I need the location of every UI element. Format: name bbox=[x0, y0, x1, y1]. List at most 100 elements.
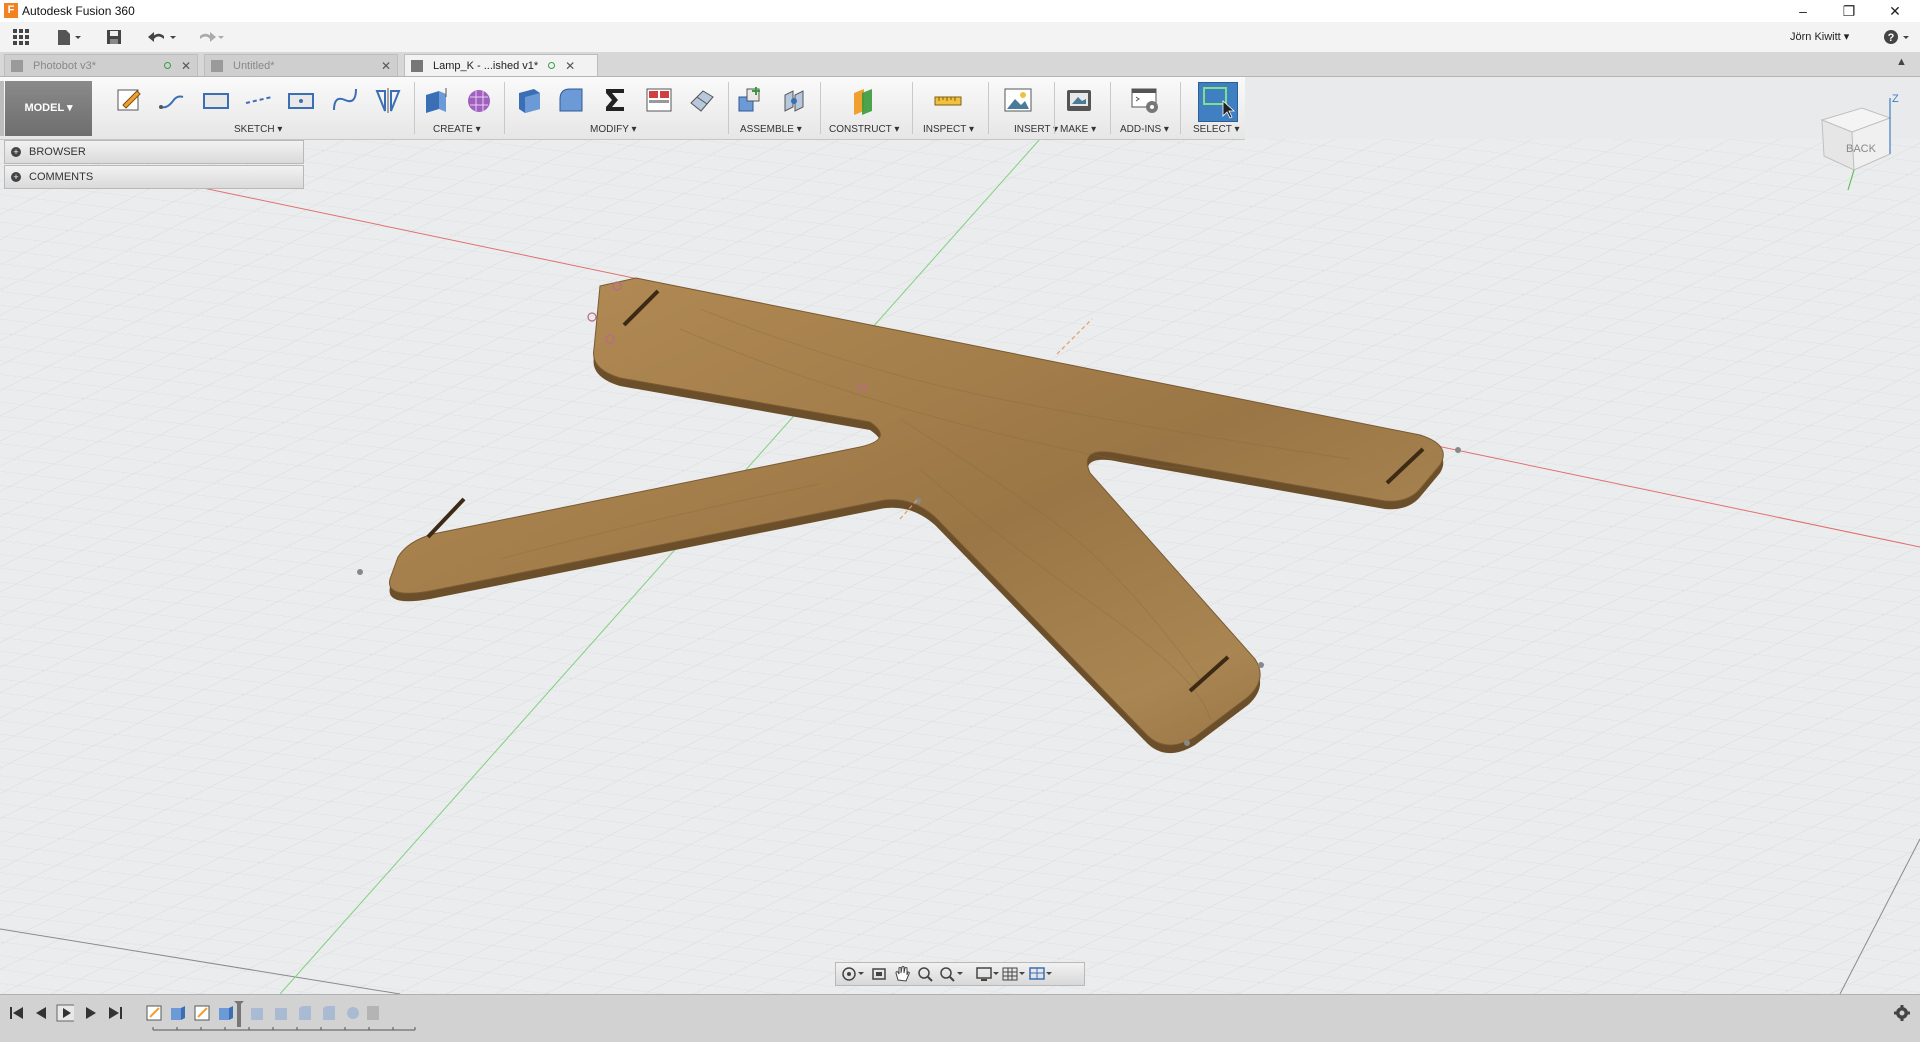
view-cube-face-label: BACK bbox=[1846, 143, 1877, 155]
help-icon[interactable]: ? bbox=[1880, 26, 1914, 48]
select-tool-button[interactable] bbox=[1198, 82, 1238, 122]
press-pull-icon[interactable] bbox=[514, 85, 544, 115]
suppressed-features[interactable] bbox=[251, 1006, 379, 1020]
fillet-icon[interactable] bbox=[556, 85, 586, 115]
go-to-start-icon[interactable] bbox=[8, 1004, 26, 1022]
play-icon[interactable] bbox=[56, 1004, 74, 1022]
fit-icon[interactable] bbox=[940, 967, 963, 982]
close-tab-icon[interactable]: ✕ bbox=[381, 59, 391, 73]
design-file-icon bbox=[211, 59, 223, 72]
workspace-switcher[interactable]: MODEL ▾ bbox=[5, 81, 92, 136]
pan-icon[interactable] bbox=[895, 966, 910, 982]
scripts-addins-icon[interactable] bbox=[1130, 85, 1160, 115]
close-button[interactable]: ✕ bbox=[1872, 0, 1918, 22]
timeline-sketch-feature-icon[interactable] bbox=[194, 1005, 210, 1021]
expand-icon[interactable]: + bbox=[11, 172, 21, 182]
select-arrow-icon bbox=[1203, 87, 1236, 119]
toolbar-separator bbox=[1180, 82, 1181, 134]
construct-group-menu[interactable]: CONSTRUCT ▾ bbox=[829, 124, 899, 135]
user-account-menu[interactable]: Jörn Kiwitt ▾ bbox=[1790, 30, 1849, 43]
save-icon[interactable] bbox=[102, 26, 126, 48]
expand-icon[interactable]: + bbox=[11, 147, 21, 157]
saved-status-icon bbox=[163, 62, 171, 69]
tab-photobot[interactable]: Photobot v3* ✕ bbox=[4, 54, 198, 76]
tab-label: Photobot v3* bbox=[33, 59, 96, 72]
inspect-group-menu[interactable]: INSPECT ▾ bbox=[923, 124, 974, 135]
new-component-icon[interactable] bbox=[735, 85, 765, 115]
change-parameters-icon[interactable] bbox=[600, 85, 630, 115]
viewports-icon[interactable] bbox=[1029, 967, 1052, 980]
toolbar-separator bbox=[820, 82, 821, 134]
create-group-menu[interactable]: CREATE ▾ bbox=[433, 124, 481, 135]
browser-label: BROWSER bbox=[29, 146, 86, 158]
timeline-marker-icon[interactable] bbox=[234, 1001, 244, 1027]
design-file-icon bbox=[411, 59, 423, 72]
file-menu-icon[interactable] bbox=[52, 26, 86, 48]
select-group-menu[interactable]: SELECT ▾ bbox=[1193, 124, 1240, 135]
toolbar-separator bbox=[1110, 82, 1111, 134]
step-back-icon[interactable] bbox=[32, 1004, 50, 1022]
redo-icon[interactable] bbox=[190, 26, 226, 48]
point-icon[interactable] bbox=[286, 85, 316, 115]
step-forward-icon[interactable] bbox=[82, 1004, 100, 1022]
attached-canvas-icon[interactable] bbox=[1003, 85, 1033, 115]
window-title: Autodesk Fusion 360 bbox=[22, 4, 135, 18]
display-settings-icon[interactable] bbox=[976, 967, 999, 981]
collapse-toolbar-icon[interactable]: ▲ bbox=[1896, 56, 1907, 68]
timeline-extrude-feature-icon[interactable] bbox=[171, 1006, 185, 1020]
assemble-group-menu[interactable]: ASSEMBLE ▾ bbox=[740, 124, 802, 135]
tab-lamp[interactable]: Lamp_K - ...ished v1* ✕ bbox=[404, 54, 598, 76]
toolbar-separator bbox=[728, 82, 729, 134]
compute-all-icon[interactable] bbox=[644, 85, 674, 115]
construction-line-icon[interactable] bbox=[244, 85, 274, 115]
timeline-features[interactable] bbox=[145, 1000, 425, 1034]
sketch-group-menu[interactable]: SKETCH ▾ bbox=[234, 124, 282, 135]
fusion-logo-icon: F bbox=[4, 3, 18, 18]
tab-untitled[interactable]: Untitled* ✕ bbox=[204, 54, 398, 76]
comments-label: COMMENTS bbox=[29, 171, 94, 183]
make-group-menu[interactable]: MAKE ▾ bbox=[1060, 124, 1096, 135]
rectangle-icon[interactable] bbox=[201, 85, 231, 115]
z-axis-label: Z bbox=[1892, 93, 1899, 105]
tab-label: Lamp_K - ...ished v1* bbox=[433, 59, 539, 72]
insert-group-menu[interactable]: INSERT ▾ bbox=[1014, 124, 1058, 135]
design-file-icon bbox=[11, 59, 23, 72]
spline-icon[interactable] bbox=[330, 85, 360, 115]
measure-icon[interactable] bbox=[933, 85, 963, 115]
close-tab-icon[interactable]: ✕ bbox=[565, 59, 575, 73]
timeline-extrude-feature-icon[interactable] bbox=[219, 1006, 233, 1020]
extrude-icon[interactable] bbox=[421, 85, 451, 115]
toolbar-separator bbox=[1054, 82, 1055, 134]
timeline-sketch-feature-icon[interactable] bbox=[146, 1005, 162, 1021]
orbit-icon[interactable] bbox=[842, 967, 864, 981]
minimize-button[interactable]: – bbox=[1780, 0, 1826, 22]
browser-panel[interactable]: + BROWSER bbox=[4, 140, 304, 164]
offset-plane-icon[interactable] bbox=[848, 85, 878, 115]
quick-access-bar bbox=[0, 22, 1920, 53]
grid-settings-icon[interactable] bbox=[1002, 967, 1025, 981]
close-tab-icon[interactable]: ✕ bbox=[181, 59, 191, 73]
split-body-icon[interactable] bbox=[687, 85, 717, 115]
modify-group-menu[interactable]: MODIFY ▾ bbox=[590, 124, 637, 135]
comments-panel[interactable]: + COMMENTS bbox=[4, 165, 304, 189]
data-panel-grid-icon[interactable] bbox=[8, 26, 34, 48]
undo-icon[interactable] bbox=[144, 26, 180, 48]
3d-viewport[interactable] bbox=[0, 139, 1920, 994]
addins-group-menu[interactable]: ADD-INS ▾ bbox=[1120, 124, 1169, 135]
toolbar-separator bbox=[988, 82, 989, 134]
zoom-icon[interactable] bbox=[918, 967, 933, 982]
mirror-icon[interactable] bbox=[373, 85, 403, 115]
joint-icon[interactable] bbox=[779, 85, 809, 115]
toolbar-separator bbox=[414, 82, 415, 134]
timeline-settings-gear-icon[interactable] bbox=[1893, 1004, 1911, 1022]
look-at-icon[interactable] bbox=[872, 968, 886, 980]
create-sketch-icon[interactable] bbox=[115, 85, 145, 115]
ground-grid bbox=[0, 139, 1920, 994]
view-cube[interactable]: BACK Z bbox=[1810, 90, 1910, 195]
3d-print-icon[interactable] bbox=[1064, 85, 1094, 115]
toolbar-separator bbox=[504, 82, 505, 134]
form-icon[interactable] bbox=[464, 85, 494, 115]
restore-button[interactable]: ❐ bbox=[1826, 0, 1872, 22]
sketch-line-icon[interactable] bbox=[157, 85, 187, 115]
go-to-end-icon[interactable] bbox=[106, 1004, 124, 1022]
